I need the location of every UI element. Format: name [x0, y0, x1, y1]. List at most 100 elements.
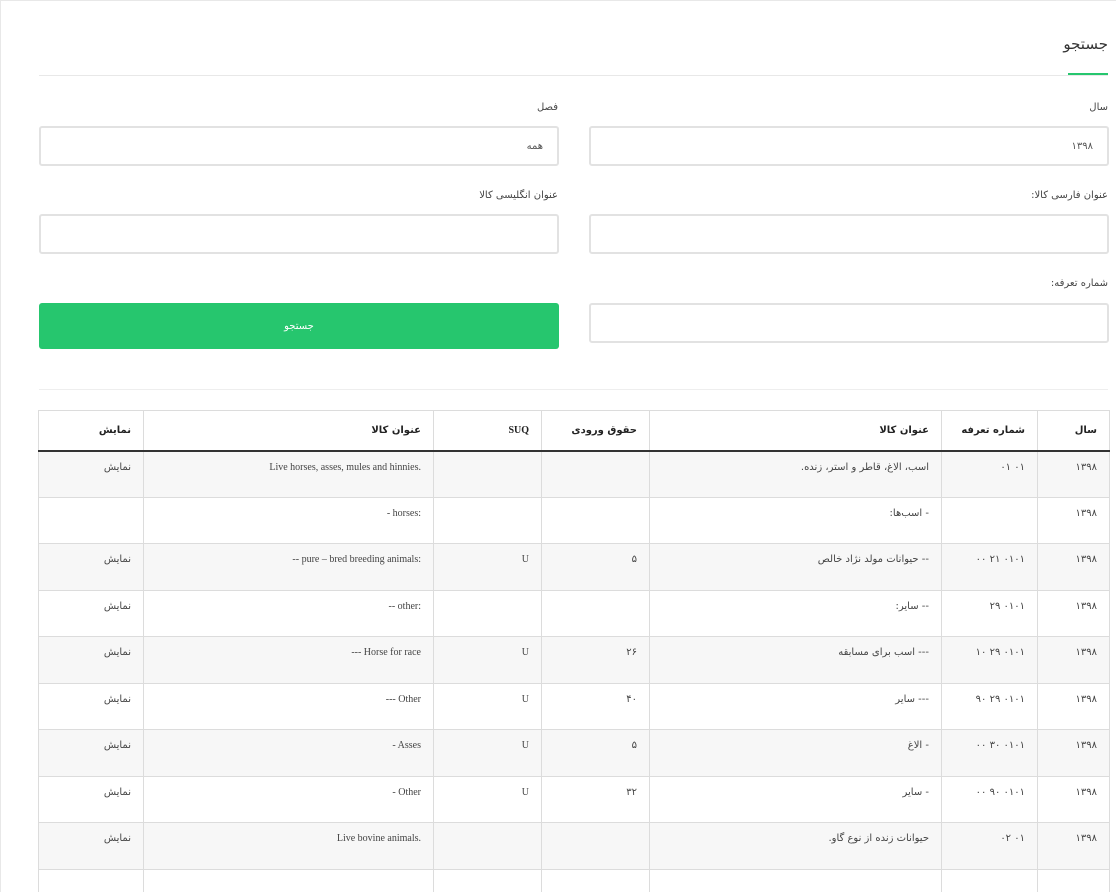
search-button[interactable]: جستجو [39, 303, 559, 349]
table-row: ۱۳۹۸ ۰۱۰۱ ۹۰ ۰۰ - سایر ۳۲ U - Other نمای… [38, 775, 1110, 823]
cell-year: ۱۳۹۸ [1037, 450, 1110, 498]
section-divider [39, 389, 1108, 390]
show-link[interactable]: نمایش [38, 682, 144, 730]
cell-en-title: -- other: [143, 589, 434, 637]
cell-en-title: - Asses [143, 729, 434, 777]
table-row: ۱۳۹۸ - اسب‌ها: - horses: [38, 496, 1110, 544]
cell-tariff: ۰۱۰۱ ۹۰ ۰۰ [941, 775, 1038, 823]
tariff-label: شماره تعرفه: [1050, 278, 1108, 289]
panel-header: جستجو [1063, 35, 1108, 77]
fa-title-label: عنوان فارسی کالا: [1031, 190, 1108, 201]
cell-duty [541, 496, 650, 544]
cell-fa-title: - سایر [649, 775, 942, 823]
cell-tariff: ۰۱۰۱ ۳۰ ۰۰ [941, 729, 1038, 777]
cell-tariff: ۰۱۰۱ ۲۹ ۹۰ [941, 682, 1038, 730]
cell-en-title: Live horses, asses, mules and hinnies. [143, 450, 434, 498]
show-link[interactable]: نمایش [38, 543, 144, 591]
table-row: ۱۳۹۸ ۰۱۰۱ ۲۱ ۰۰ -- حیوانات مولد نژاد خال… [38, 543, 1110, 591]
header-show: نمایش [38, 410, 144, 452]
cell-suq: U [433, 682, 542, 730]
cell-suq [433, 450, 542, 498]
header-divider [39, 75, 1108, 76]
season-select[interactable] [39, 126, 559, 166]
cell-duty: ۴۰ [541, 682, 650, 730]
cell-suq [433, 822, 542, 870]
cell-fa-title: -- سایر: [649, 589, 942, 637]
cell-suq [433, 496, 542, 544]
header-tariff: شماره تعرفه [941, 410, 1038, 452]
cell-en-title: --- Horse for race [143, 636, 434, 684]
tariff-input[interactable] [589, 303, 1109, 343]
page-title: جستجو [1063, 35, 1108, 53]
cell-suq [433, 589, 542, 637]
cell-fa-title [649, 868, 942, 892]
cell-year [1037, 868, 1110, 892]
show-link[interactable]: نمایش [38, 822, 144, 870]
cell-year: ۱۳۹۸ [1037, 682, 1110, 730]
cell-duty: ۵ [541, 543, 650, 591]
cell-year: ۱۳۹۸ [1037, 543, 1110, 591]
cell-duty [541, 450, 650, 498]
header-duty: حقوق ورودی [541, 410, 650, 452]
cell-en-title [143, 868, 434, 892]
show-link[interactable] [38, 496, 144, 544]
cell-year: ۱۳۹۸ [1037, 589, 1110, 637]
cell-fa-title: حیوانات زنده از نوع گاو. [649, 822, 942, 870]
header-fa-title: عنوان کالا [649, 410, 942, 452]
show-link[interactable]: نمایش [38, 636, 144, 684]
cell-en-title: --- Other [143, 682, 434, 730]
cell-tariff [941, 496, 1038, 544]
table-header-row: سال شماره تعرفه عنوان کالا حقوق ورودی SU… [38, 410, 1110, 452]
cell-suq: U [433, 636, 542, 684]
table-row: ۱۳۹۸ ۰۱۰۱ ۲۹ ۱۰ --- اسب برای مسابقه ۲۶ U… [38, 636, 1110, 684]
cell-en-title: Live bovine animals. [143, 822, 434, 870]
cell-en-title: -- pure – bred breeding animals: [143, 543, 434, 591]
cell-tariff: ۰۱۰۱ ۲۹ [941, 589, 1038, 637]
show-link[interactable]: نمایش [38, 729, 144, 777]
cell-fa-title: --- سایر [649, 682, 942, 730]
cell-en-title: - Other [143, 775, 434, 823]
cell-duty: ۵ [541, 729, 650, 777]
year-select[interactable] [589, 126, 1109, 166]
cell-fa-title: --- اسب برای مسابقه [649, 636, 942, 684]
show-link[interactable]: نمایش [38, 450, 144, 498]
show-link[interactable]: نمایش [38, 775, 144, 823]
cell-suq [433, 868, 542, 892]
cell-fa-title: -- حیوانات مولد نژاد خالص [649, 543, 942, 591]
show-link[interactable]: نمایش [38, 589, 144, 637]
cell-duty: ۲۶ [541, 636, 650, 684]
table-row: ۱۳۹۸ ۰۱ ۰۱ اسب، الاغ، قاطر و استر، زنده.… [38, 450, 1110, 498]
cell-year: ۱۳۹۸ [1037, 496, 1110, 544]
results-table: سال شماره تعرفه عنوان کالا حقوق ورودی SU… [38, 410, 1110, 892]
show-link[interactable] [38, 868, 144, 892]
cell-duty [541, 868, 650, 892]
table-row [38, 868, 1110, 892]
table-row: ۱۳۹۸ ۰۱۰۱ ۲۹ -- سایر: -- other: نمایش [38, 589, 1110, 637]
cell-duty: ۳۲ [541, 775, 650, 823]
en-title-input[interactable] [39, 214, 559, 254]
cell-year: ۱۳۹۸ [1037, 636, 1110, 684]
fa-title-input[interactable] [589, 214, 1109, 254]
year-label: سال [1089, 102, 1108, 113]
cell-en-title: - horses: [143, 496, 434, 544]
cell-year: ۱۳۹۸ [1037, 822, 1110, 870]
table-row: ۱۳۹۸ ۰۱۰۱ ۲۹ ۹۰ --- سایر ۴۰ U --- Other … [38, 682, 1110, 730]
cell-suq: U [433, 729, 542, 777]
header-suq: SUQ [433, 410, 542, 452]
search-panel: جستجو سال فصل عنوان فارسی کالا: عنوان ان… [0, 0, 1116, 892]
table-row: ۱۳۹۸ ۰۱۰۱ ۳۰ ۰۰ - الاغ ۵ U - Asses نمایش [38, 729, 1110, 777]
en-title-label: عنوان انگلیسی کالا [479, 190, 558, 201]
table-row: ۱۳۹۸ ۰۱ ۰۲ حیوانات زنده از نوع گاو. Live… [38, 822, 1110, 870]
cell-suq: U [433, 543, 542, 591]
cell-tariff: ۰۱ ۰۲ [941, 822, 1038, 870]
season-label: فصل [536, 102, 558, 113]
cell-tariff: ۰۱۰۱ ۲۹ ۱۰ [941, 636, 1038, 684]
header-en-title: عنوان کالا [143, 410, 434, 452]
cell-year: ۱۳۹۸ [1037, 775, 1110, 823]
cell-year: ۱۳۹۸ [1037, 729, 1110, 777]
cell-tariff: ۰۱۰۱ ۲۱ ۰۰ [941, 543, 1038, 591]
header-year: سال [1037, 410, 1110, 452]
cell-tariff: ۰۱ ۰۱ [941, 450, 1038, 498]
cell-duty [541, 589, 650, 637]
cell-suq: U [433, 775, 542, 823]
